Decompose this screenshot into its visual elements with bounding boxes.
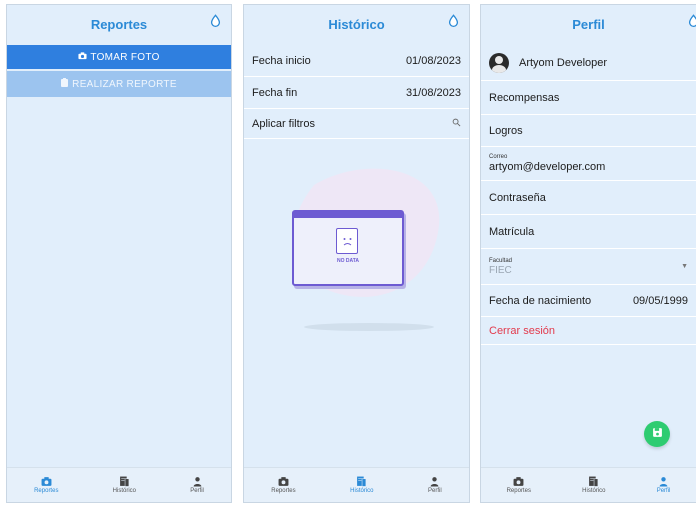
no-data-label: NO DATA	[336, 258, 360, 264]
user-row: Artyom Developer	[481, 45, 696, 81]
reportes-screen: Reportes TOMAR FOTO REALIZAR REPORTE Rep…	[6, 4, 232, 503]
nav-label: Perfil	[190, 488, 204, 494]
start-date-row[interactable]: Fecha inicio 01/08/2023	[244, 45, 469, 77]
end-date-label: Fecha fin	[252, 86, 298, 99]
water-drop-icon	[447, 14, 460, 27]
sad-document-icon	[336, 228, 358, 254]
rewards-row[interactable]: Recompensas	[481, 81, 696, 115]
birth-date-value: 09/05/1999	[632, 294, 688, 307]
logout-row[interactable]: Cerrar sesión	[481, 317, 696, 345]
user-name: Artyom Developer	[519, 56, 608, 69]
email-field[interactable]: Correo artyom@developer.com	[481, 147, 696, 181]
logout-link[interactable]: Cerrar sesión	[489, 325, 555, 337]
person-icon	[429, 476, 440, 487]
bottom-nav: Reportes Histórico Perfil	[244, 467, 469, 502]
document-icon	[588, 476, 599, 487]
nav-label: Histórico	[350, 488, 374, 494]
historico-screen: Histórico Fecha inicio 01/08/2023 Fecha …	[243, 4, 470, 503]
start-date-value: 01/08/2023	[405, 54, 461, 67]
page-title: Reportes	[90, 16, 148, 32]
perfil-screen: Perfil Artyom Developer Recompensas Logr…	[480, 4, 696, 503]
avatar	[489, 52, 509, 73]
achievements-row[interactable]: Logros	[481, 115, 696, 147]
clipboard-icon	[61, 78, 69, 90]
page-title: Histórico	[328, 16, 385, 32]
enrollment-row[interactable]: Matrícula	[481, 215, 696, 249]
email-label: Correo	[489, 154, 508, 160]
birth-date-row[interactable]: Fecha de nacimiento 09/05/1999	[481, 285, 696, 317]
person-icon	[192, 476, 203, 487]
end-date-value: 31/08/2023	[405, 86, 461, 99]
save-icon	[652, 425, 663, 443]
nav-item-historico[interactable]: Histórico	[113, 476, 136, 494]
nav-item-perfil[interactable]: Perfil	[428, 476, 442, 494]
water-drop-icon	[687, 14, 696, 27]
nav-label: Histórico	[582, 488, 606, 494]
start-date-label: Fecha inicio	[252, 54, 311, 67]
nav-item-reportes[interactable]: Reportes	[271, 476, 296, 494]
take-photo-label: TOMAR FOTO	[90, 51, 160, 63]
person-icon	[658, 476, 669, 487]
reportes-header: Reportes	[7, 5, 231, 43]
historico-header: Histórico	[244, 5, 469, 43]
nav-item-perfil[interactable]: Perfil	[656, 476, 671, 494]
chevron-down-icon[interactable]: ▼	[681, 263, 688, 270]
achievements-label: Logros	[489, 124, 523, 137]
birth-date-label: Fecha de nacimiento	[489, 294, 592, 307]
make-report-button[interactable]: REALIZAR REPORTE	[7, 71, 231, 97]
email-value: artyom@developer.com	[489, 161, 606, 173]
perfil-header: Perfil	[481, 5, 696, 43]
document-icon	[119, 476, 130, 487]
nav-label: Reportes	[271, 488, 296, 494]
illustration-shadow	[304, 323, 434, 331]
no-data-illustration: NO DATA	[274, 155, 454, 345]
make-report-label: REALIZAR REPORTE	[72, 78, 177, 90]
apply-filters-label: Aplicar filtros	[252, 117, 315, 130]
faculty-label: Facultad	[489, 257, 513, 264]
password-row[interactable]: Contraseña	[481, 181, 696, 215]
page-title: Perfil	[572, 16, 605, 32]
water-drop-icon	[209, 14, 222, 27]
faculty-select[interactable]: Facultad FIEC ▼	[481, 249, 696, 285]
nav-item-perfil[interactable]: Perfil	[190, 476, 204, 494]
nav-label: Reportes	[506, 488, 531, 494]
nav-label: Perfil	[428, 488, 442, 494]
nav-label: Perfil	[656, 488, 671, 494]
search-icon[interactable]	[452, 118, 461, 130]
save-button[interactable]	[644, 421, 670, 447]
nav-item-historico[interactable]: Histórico	[582, 476, 606, 494]
apply-filters-row[interactable]: Aplicar filtros	[244, 109, 469, 139]
nav-item-reportes[interactable]: Reportes	[34, 476, 58, 494]
rewards-label: Recompensas	[489, 91, 560, 104]
nav-item-reportes[interactable]: Reportes	[507, 476, 531, 494]
enrollment-label: Matrícula	[489, 225, 535, 238]
password-label: Contraseña	[489, 191, 546, 204]
no-data-window: NO DATA	[292, 210, 404, 286]
bottom-nav: Reportes Histórico Perfil	[481, 467, 696, 502]
bottom-nav: Reportes Histórico Perfil	[7, 467, 231, 502]
nav-label: Histórico	[112, 488, 136, 494]
camera-icon	[41, 476, 52, 487]
nav-label: Reportes	[34, 488, 59, 494]
nav-item-historico[interactable]: Histórico	[350, 476, 374, 494]
camera-icon	[78, 51, 87, 63]
faculty-value: FIEC	[489, 264, 512, 276]
camera-icon	[278, 476, 289, 487]
take-photo-button[interactable]: TOMAR FOTO	[7, 45, 231, 69]
end-date-row[interactable]: Fecha fin 31/08/2023	[244, 77, 469, 109]
document-icon	[356, 476, 367, 487]
camera-icon	[513, 476, 524, 487]
